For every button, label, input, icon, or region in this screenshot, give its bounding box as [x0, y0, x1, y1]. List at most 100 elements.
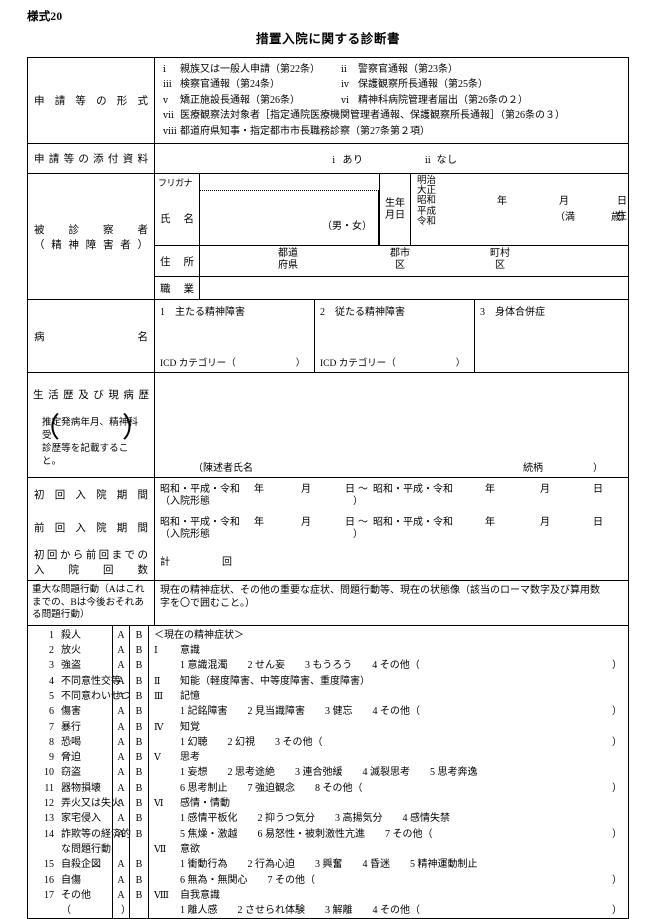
behavior-mark-b[interactable]: B — [130, 811, 148, 826]
behavior-mark-a[interactable]: A — [113, 643, 129, 658]
behavior-item[interactable]: 0な問題行動 — [28, 842, 112, 857]
application-option-line: ⅴ 矯正施設長通報（第26条） ⅵ 精神科病院管理者届出（第26条の２） — [163, 93, 624, 108]
behavior-item[interactable]: 0（ ） — [28, 903, 131, 918]
symptom-category[interactable]: Ⅵ 感情・情動 — [154, 796, 628, 811]
dob-entry-area[interactable]: 年 月 日生 （満 歳） — [449, 174, 631, 245]
behavior-mark-a[interactable]: A — [113, 827, 129, 842]
behavior-mark-a[interactable]: A — [113, 674, 129, 689]
era-meiji[interactable]: 明治 — [417, 176, 449, 186]
symptom-options[interactable]: 1 衝動行為 2 行為心迫 3 興奮 4 昏迷 5 精神運動制止 — [154, 857, 628, 872]
history-input[interactable]: （陳述者氏名 続柄 ） — [155, 373, 628, 477]
behavior-mark-b[interactable]: B — [130, 674, 148, 689]
behavior-mark-b[interactable]: B — [130, 888, 148, 903]
behavior-mark-b[interactable]: B — [130, 658, 148, 673]
behavior-mark-b[interactable]: B — [130, 827, 148, 842]
behavior-mark-b[interactable]: B — [130, 735, 148, 750]
main-form-table: 申請等の形式 ⅰ 親族又は一般人申請（第22条） ⅱ 警察官通報（第23条） ⅲ 検察官… — [27, 57, 631, 919]
symptom-options[interactable]: 1 感情平板化 2 抑うつ気分 3 高揚気分 4 感情失禁 — [154, 811, 628, 826]
behavior-item[interactable]: 14 詐欺等の経済的 — [28, 827, 131, 842]
symptom-options[interactable]: 1 離人感 2 させられ体験 3 解離 4 その他（ ） — [154, 903, 628, 918]
behavior-mark-a[interactable]: A — [113, 873, 129, 888]
behavior-item[interactable]: 6 傷害 — [28, 704, 112, 719]
behavior-item[interactable]: 4 不同意性交等 — [28, 674, 121, 689]
behavior-item[interactable]: 13 家宅侵入 — [28, 811, 112, 826]
behavior-mark-b[interactable]: B — [130, 781, 148, 796]
behavior-item[interactable]: 1 殺人 — [28, 628, 112, 643]
behavior-item[interactable]: 15 自殺企図 — [28, 857, 112, 872]
behavior-mark-b[interactable]: B — [130, 857, 148, 872]
era-showa[interactable]: 昭和 — [417, 196, 449, 206]
behavior-item[interactable]: 3 強盗 — [28, 658, 112, 673]
behavior-item[interactable]: 5 不同意わいせつ — [28, 689, 131, 704]
symptom-options[interactable]: 6 思考制止 7 強迫観念 8 その他（ ） — [154, 781, 628, 796]
behavior-mark-a[interactable]: A — [113, 704, 129, 719]
behavior-item[interactable]: 8 恐喝 — [28, 735, 112, 750]
symptom-options[interactable]: 1 幻聴 2 幻視 3 その他（ ） — [154, 735, 628, 750]
behavior-mark-b[interactable]: B — [130, 720, 148, 735]
symptom-options[interactable]: 6 無為・無関心 7 その他（ ） — [154, 873, 628, 888]
attachment-option-no[interactable]: ⅱ なし — [420, 151, 458, 166]
behavior-mark-a[interactable]: A — [113, 811, 129, 826]
symptom-options[interactable]: 1 意識混濁 2 せん妄 3 もうろう 4 その他（ ） — [154, 658, 628, 673]
behavior-mark-a[interactable]: A — [113, 796, 129, 811]
behavior-mark-b[interactable]: B — [130, 796, 148, 811]
previous-admission-input[interactable]: 昭和・平成・令和 年 月 日 ～ 昭和・平成・令和 年 月 日 （入院形態 ） — [155, 511, 628, 544]
symptom-category[interactable]: Ⅱ 知能（軽度障害、中等度障害、重度障害） — [154, 674, 628, 689]
behavior-mark-a[interactable]: A — [113, 628, 129, 643]
behavior-mark-b[interactable]: B — [130, 628, 148, 643]
behavior-item[interactable]: 10 窃盗 — [28, 765, 112, 780]
behavior-mark-b[interactable]: B — [130, 643, 148, 658]
symptom-options[interactable]: 1 妄想 2 思考途絶 3 連合弛緩 4 滅裂思考 5 思考奔逸 — [154, 765, 628, 780]
behavior-mark-a[interactable]: A — [113, 750, 129, 765]
era-options[interactable]: 明治 大正 昭和 平成 令和 — [411, 174, 449, 245]
furigana-input[interactable] — [200, 174, 379, 192]
application-option-line: ⅲ 検察官通報（第24条） ⅳ 保護観察所長通報（第25条） — [163, 77, 624, 92]
primary-disorder-cell[interactable]: 1 主たる精神障害 ICD カテゴリー（ ） — [155, 300, 315, 373]
name-input[interactable]: （男・女） — [200, 191, 379, 246]
behavior-mark-a[interactable]: A — [113, 735, 129, 750]
symptom-category[interactable]: Ⅶ 意欲 — [154, 842, 628, 857]
symptom-category[interactable]: Ⅴ 思考 — [154, 750, 628, 765]
behavior-item[interactable]: 7 暴行 — [28, 720, 112, 735]
symptom-options[interactable]: 5 焦燥・激越 6 易怒性・被刺激性亢進 7 その他（ ） — [154, 827, 628, 842]
era-heisei[interactable]: 平成 — [417, 207, 449, 217]
behavior-mark-b[interactable]: B — [130, 765, 148, 780]
behavior-item[interactable]: 9 脅迫 — [28, 750, 112, 765]
secondary-disorder-cell[interactable]: 2 従たる精神障害 ICD カテゴリー（ ） — [315, 300, 475, 373]
behavior-mark-a[interactable]: A — [113, 720, 129, 735]
behavior-item[interactable]: 17 その他 — [28, 888, 112, 903]
physical-comorbidity-cell[interactable]: 3 身体合併症 — [475, 300, 628, 372]
address-input[interactable]: 都道 府県 郡市 区 町村 区 — [200, 246, 628, 276]
occupation-input[interactable] — [200, 277, 628, 299]
behavior-mark-b[interactable]: B — [130, 873, 148, 888]
admission-count-row: 初回から前回までの 入院回数 計回 — [28, 544, 628, 582]
behavior-item[interactable]: 12 弄火又は失火 — [28, 796, 121, 811]
era-reiwa[interactable]: 令和 — [417, 217, 449, 227]
behavior-mark-b[interactable]: B — [130, 689, 148, 704]
behavior-item[interactable]: 11 器物損壊 — [28, 781, 112, 796]
behavior-mark-a[interactable]: A — [113, 888, 129, 903]
behavior-number: 16 — [44, 874, 54, 886]
behavior-mark-a[interactable]: A — [113, 658, 129, 673]
era-taisho[interactable]: 大正 — [417, 186, 449, 196]
address-prefecture-hint: 都道 府県 — [278, 248, 298, 272]
behavior-number: 7 — [49, 721, 54, 733]
behavior-mark-b[interactable]: B — [130, 704, 148, 719]
behavior-mark-a[interactable]: A — [113, 857, 129, 872]
symptom-options[interactable]: 1 記銘障害 2 見当識障害 3 健忘 4 その他（ ） — [154, 704, 628, 719]
behavior-text: 弄火又は失火 — [61, 798, 121, 810]
first-admission-month-end: 月 — [540, 484, 550, 496]
behavior-mark-a[interactable]: A — [113, 765, 129, 780]
symptom-category[interactable]: Ⅲ 記憶 — [154, 689, 628, 704]
behavior-mark-a[interactable]: A — [113, 781, 129, 796]
behavior-mark-b[interactable]: B — [130, 750, 148, 765]
symptom-category[interactable]: Ⅰ 意識 — [154, 643, 628, 658]
symptom-category[interactable]: Ⅳ 知覚 — [154, 720, 628, 735]
admission-count-input[interactable]: 計回 — [155, 544, 628, 580]
behavior-item[interactable]: 16 自傷 — [28, 873, 112, 888]
symptom-category[interactable]: Ⅷ 自我意識 — [154, 888, 628, 903]
attachment-option-yes[interactable]: ⅰ あり — [326, 151, 364, 166]
behavior-mark-a[interactable]: A — [113, 689, 129, 704]
first-admission-input[interactable]: 昭和・平成・令和 年 月 日 ～ 昭和・平成・令和 年 月 日 （入院形態 ） — [155, 478, 628, 511]
behavior-item[interactable]: 2 放火 — [28, 643, 112, 658]
